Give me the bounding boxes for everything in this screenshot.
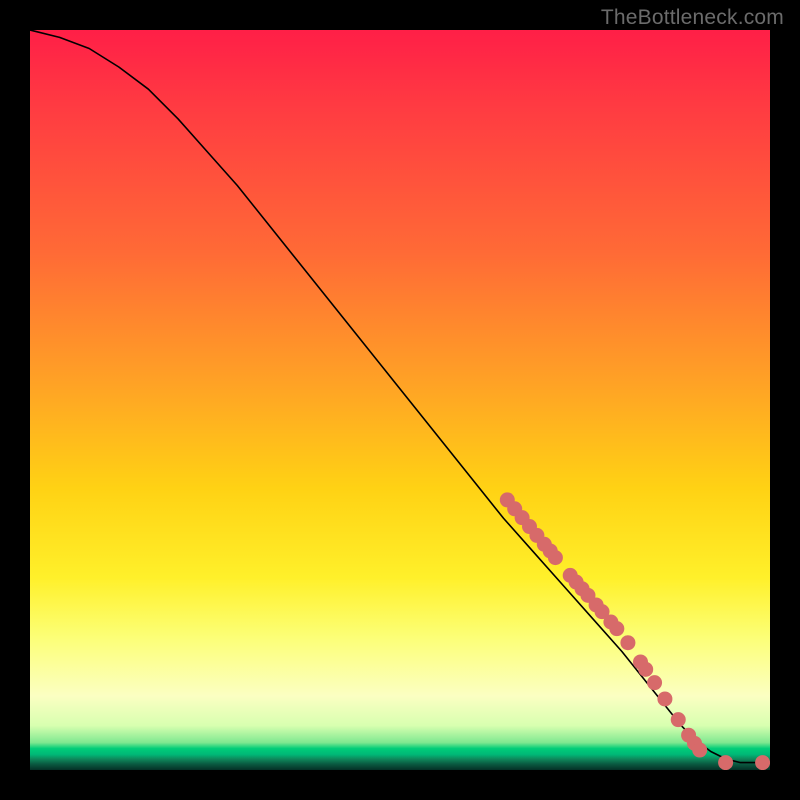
- marker-layer: [500, 492, 770, 770]
- chart-overlay: [30, 30, 770, 770]
- data-point: [657, 691, 672, 706]
- data-point: [548, 550, 563, 565]
- data-point: [620, 635, 635, 650]
- curve-line: [30, 30, 770, 763]
- data-point: [671, 712, 686, 727]
- chart-stage: TheBottleneck.com: [0, 0, 800, 800]
- data-point: [638, 662, 653, 677]
- plot-area: [30, 30, 770, 770]
- data-point: [609, 621, 624, 636]
- data-point: [692, 743, 707, 758]
- data-point: [755, 755, 770, 770]
- watermark-text: TheBottleneck.com: [601, 6, 784, 30]
- data-point: [718, 755, 733, 770]
- data-point: [647, 675, 662, 690]
